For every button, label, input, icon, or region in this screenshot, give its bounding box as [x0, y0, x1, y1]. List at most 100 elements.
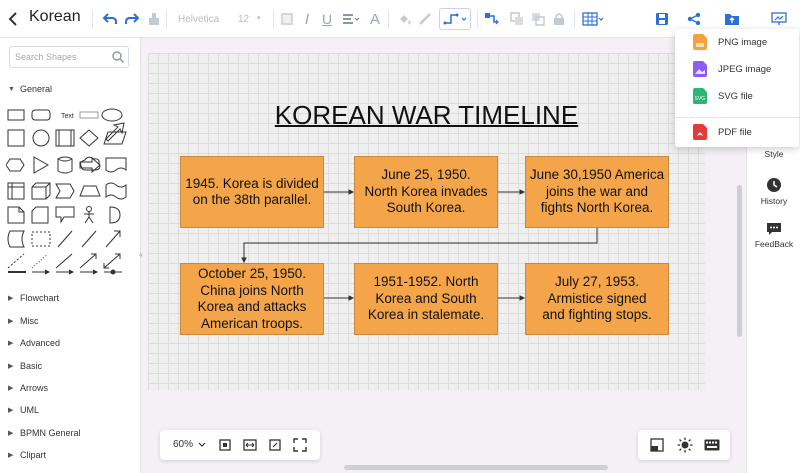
document-title[interactable]: Korean \ [29, 8, 84, 26]
export-pdf-item[interactable]: PDF file [675, 119, 799, 145]
section-misc[interactable]: ▶ Misc [8, 316, 39, 326]
shape-data-storage [7, 230, 25, 248]
fill-color-icon[interactable] [396, 6, 412, 32]
divider [92, 10, 93, 28]
section-general-label: General [20, 84, 53, 94]
shape-textbox [79, 111, 99, 119]
underline-icon[interactable]: U [320, 6, 334, 32]
line-color-icon[interactable] [417, 6, 433, 32]
vertical-scrollbar[interactable] [737, 185, 742, 337]
shape-document [105, 157, 127, 173]
export-svg-label: SVG file [718, 90, 753, 102]
pdf-file-icon [693, 124, 707, 140]
section-label: UML [20, 405, 40, 415]
align-icon[interactable] [341, 6, 361, 32]
caret-right-icon: ▶ [8, 295, 14, 302]
font-color-icon[interactable]: A [368, 6, 382, 32]
section-arrows[interactable]: ▶ Arrows [8, 383, 48, 393]
fit-page-icon[interactable] [218, 438, 232, 452]
section-advanced[interactable]: ▶ Advanced [8, 338, 60, 348]
caret-right-icon: ▶ [8, 318, 14, 325]
shape-or [109, 206, 121, 224]
caret-right-icon: ▶ [8, 407, 14, 414]
zoom-level-select[interactable]: 60% [173, 439, 193, 450]
shape-internal-storage [7, 182, 25, 200]
shape-line-diagonal-2 [81, 230, 97, 248]
to-front-icon[interactable] [509, 6, 525, 32]
section-uml[interactable]: ▶ UML [8, 405, 39, 415]
divider [574, 10, 575, 28]
shape-square [7, 129, 25, 147]
zoom-toolbar: 60% [160, 430, 320, 460]
shape-ellipse [101, 108, 123, 122]
shape-circle [32, 129, 50, 147]
shape-double-arrow [103, 253, 121, 269]
format-painter-icon[interactable] [145, 6, 163, 32]
section-bpmn-general[interactable]: ▶ BPMN General [8, 428, 81, 438]
svg-file-icon: SVG [693, 88, 707, 104]
save-icon[interactable] [654, 6, 670, 32]
export-jpeg-label: JPEG image [718, 63, 772, 75]
general-shapes-palette[interactable]: Text [6, 106, 136, 276]
export-png-item[interactable]: PNG image [675, 29, 799, 55]
shape-dotted-line [31, 253, 49, 269]
timeline-box-june-30-1950[interactable]: June 30,1950 America joins the war and f… [525, 156, 669, 228]
section-label: BPMN General [20, 428, 81, 438]
export-pdf-label: PDF file [718, 126, 752, 138]
bold-icon[interactable] [279, 6, 295, 32]
fit-width-icon[interactable] [243, 438, 257, 452]
svg-text:SVG: SVG [695, 96, 706, 102]
section-clipart[interactable]: ▶ Clipart [8, 450, 46, 460]
horizontal-scrollbar[interactable] [344, 465, 608, 470]
outline-icon[interactable] [650, 438, 664, 452]
theme-icon[interactable] [677, 437, 693, 453]
export-menu: PNG image JPEG image SVG SVG file PDF fi… [675, 29, 799, 147]
shape-cylinder [56, 156, 73, 174]
font-size-select[interactable]: 12 [232, 8, 268, 30]
jpeg-file-icon [693, 61, 707, 77]
caret-down-icon: ▼ [8, 85, 15, 93]
section-label: Advanced [20, 338, 61, 348]
shape-cube [31, 182, 51, 200]
waypoint-style-select[interactable] [439, 8, 471, 30]
table-icon[interactable] [581, 6, 605, 32]
search-shapes-input[interactable]: Search Shapes [9, 46, 129, 68]
line-shapes-row[interactable] [6, 267, 136, 277]
lock-icon[interactable] [552, 6, 566, 32]
timeline-box-june-25-1950[interactable]: June 25, 1950. North Korea invades South… [354, 156, 498, 228]
section-general[interactable]: ▼ General [8, 84, 52, 94]
keyboard-icon[interactable] [704, 439, 720, 451]
fullscreen-icon[interactable] [293, 438, 307, 452]
caret-right-icon: ▶ [8, 340, 14, 347]
style-panel-button[interactable]: Style [747, 149, 800, 159]
shape-arrow-connector [79, 253, 97, 269]
section-flowchart[interactable]: ▶ Flowchart [8, 293, 59, 303]
section-basic[interactable]: ▶ Basic [8, 361, 42, 371]
redo-icon[interactable] [123, 6, 141, 32]
chevron-down-icon[interactable] [198, 441, 206, 449]
italic-icon[interactable]: I [300, 6, 314, 32]
diagram-title[interactable]: KOREAN WAR TIMELINE [148, 100, 705, 131]
connector-icon[interactable] [483, 6, 503, 32]
caret-right-icon: ▶ [8, 430, 14, 437]
history-panel-button[interactable]: History [747, 177, 800, 206]
back-icon[interactable] [6, 6, 20, 32]
timeline-box-1945[interactable]: 1945. Korea is divided on the 38th paral… [180, 156, 324, 228]
feedback-panel-button[interactable]: FeedBack [747, 222, 800, 249]
collapse-sidebar-handle[interactable]: « [139, 252, 143, 259]
timeline-box-july-27-1953[interactable]: July 27, 1953. Armistice signed and figh… [525, 263, 669, 335]
to-back-icon[interactable] [530, 6, 546, 32]
history-label: History [760, 196, 788, 206]
shape-arrow-line-2 [56, 269, 75, 275]
export-svg-item[interactable]: SVG SVG file [675, 83, 799, 109]
shape-link-line [104, 269, 122, 275]
font-family-select[interactable]: Helvetica [171, 8, 229, 30]
timeline-box-1951-1952[interactable]: 1951-1952. North Korea and South Korea i… [354, 263, 498, 335]
history-icon [767, 178, 781, 192]
divider [273, 10, 274, 28]
timeline-box-october-25-1950[interactable]: October 25, 1950. China joins North Kore… [180, 263, 324, 335]
search-icon[interactable] [111, 50, 125, 64]
undo-icon[interactable] [101, 6, 119, 32]
actual-size-icon[interactable] [268, 438, 282, 452]
export-jpeg-item[interactable]: JPEG image [675, 56, 799, 82]
